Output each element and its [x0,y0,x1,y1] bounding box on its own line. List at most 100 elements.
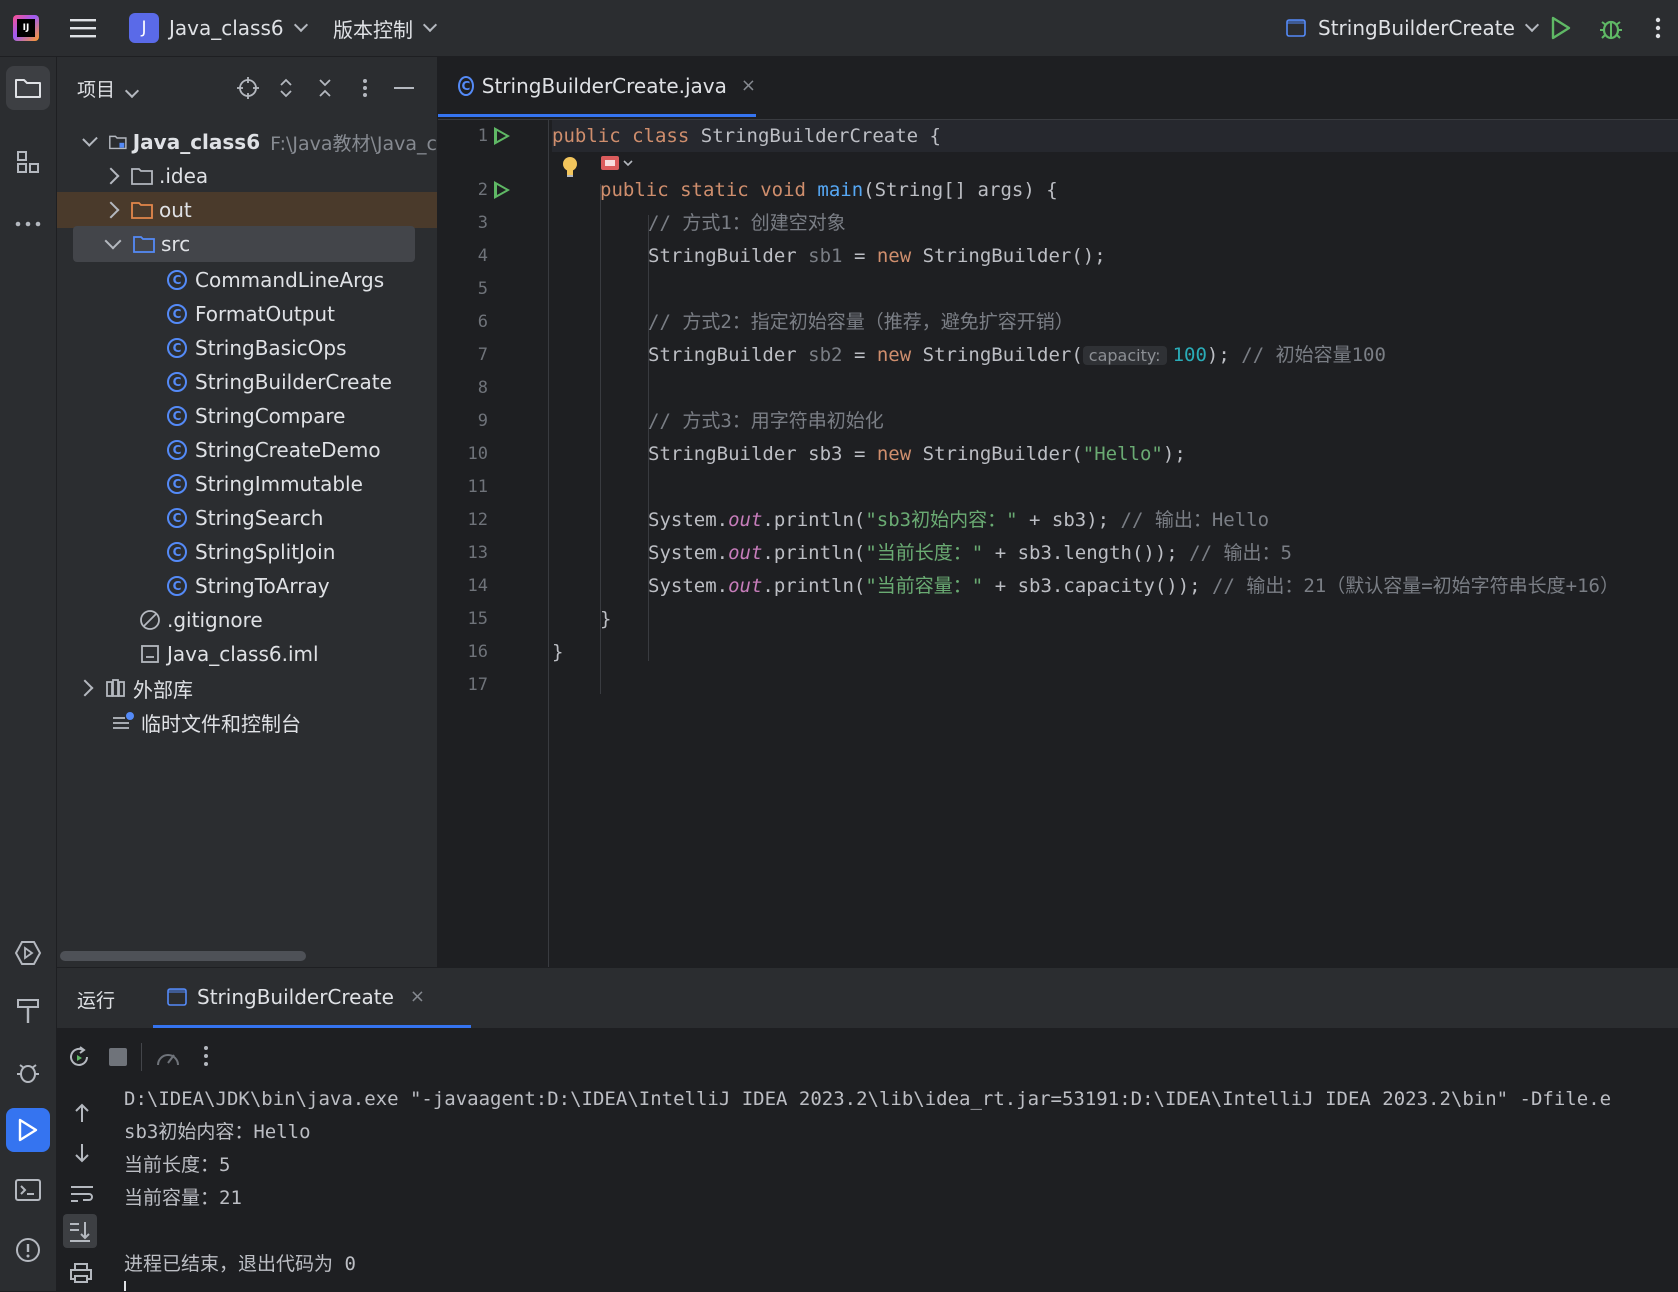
code-line-9: // 方式3：用字符串初始化 [648,410,884,432]
editor-tab-bar: C StringBuilderCreate.java × [438,57,1678,120]
collapse-all-icon[interactable] [314,77,336,99]
tree-item-library[interactable]: 外部库 [57,670,437,706]
more-vertical-icon[interactable] [1655,0,1661,56]
build-hammer-icon[interactable] [6,989,50,1033]
line-number: 4 [477,246,488,266]
scroll-to-end-icon[interactable] [63,1214,97,1248]
project-switcher[interactable]: J Java_class6 [129,0,308,56]
run-config-selector[interactable]: StringBuilderCreate [1286,0,1539,56]
class-icon: C [167,304,187,324]
more-horizontal-icon[interactable] [6,202,50,246]
hamburger-menu-icon[interactable] [70,0,96,56]
expand-all-icon[interactable] [275,77,297,99]
toolbar-separator [141,1043,142,1071]
run-line-icon[interactable] [494,127,510,145]
tree-label: StringCreateDemo [195,438,381,462]
rerun-icon[interactable] [67,1045,91,1069]
run-tab[interactable]: StringBuilderCreate × [153,968,471,1028]
stop-icon[interactable] [109,1048,127,1066]
tree-item-file[interactable]: .gitignore [57,602,437,638]
tree-item-class[interactable]: C StringToArray [57,568,437,604]
tree-label: 临时文件和控制台 [141,711,301,736]
chevron-right-icon [102,201,120,219]
class-icon: C [167,508,187,528]
tree-label: StringBuilderCreate [195,370,392,394]
param-hint: capacity: [1082,346,1167,365]
close-icon[interactable]: × [410,986,425,1007]
vcs-menu[interactable]: 版本控制 [333,0,438,56]
tree-label: StringSplitJoin [195,540,336,564]
tree-item-class[interactable]: C FormatOutput [57,296,437,332]
coverage-icon[interactable] [155,1045,181,1069]
console-line: 进程已结束，退出代码为 0 [124,1253,356,1275]
tree-item-class[interactable]: C StringBuilderCreate [57,364,437,400]
app-logo-icon[interactable]: IJ [13,0,39,56]
code-line-4: StringBuilder sb1 = new StringBuilder(); [648,245,1106,267]
vcs-label: 版本控制 [333,17,413,42]
code-line-6: // 方式2：指定初始容量（推荐，避免扩容开销） [648,311,1074,333]
line-number: 15 [467,609,488,629]
options-icon[interactable] [354,77,376,99]
arrow-down-icon[interactable] [73,1142,91,1164]
line-number: 9 [477,411,488,431]
more-vertical-icon[interactable] [203,1045,209,1067]
code-area[interactable]: public class StringBuilderCreate { publi… [552,120,1678,967]
line-number: 17 [467,675,488,695]
code-line-12: System.out.println("sb3初始内容：" + sb3); //… [648,509,1270,531]
tree-item-source-folder[interactable]: src [73,226,415,262]
locate-file-icon[interactable] [237,77,259,99]
terminal-icon[interactable] [6,1168,50,1212]
services-icon[interactable] [6,931,50,975]
lightbulb-icon[interactable] [562,156,578,178]
horizontal-scrollbar[interactable] [60,951,306,961]
console-line: 当前长度：5 [124,1154,231,1176]
run-line-icon[interactable] [494,181,510,199]
project-folder-icon[interactable] [6,66,50,110]
debug-tool-icon[interactable] [6,1050,50,1094]
tree-item-folder-excluded[interactable]: out [57,192,437,228]
structure-icon[interactable] [6,140,50,184]
run-tool-icon[interactable] [6,1108,50,1152]
run-icon[interactable] [1550,0,1572,56]
hide-panel-icon[interactable] [393,77,415,99]
chevron-down-icon [124,83,140,99]
run-tab-label: StringBuilderCreate [197,984,394,1009]
tree-item-class[interactable]: C StringSearch [57,500,437,536]
code-line-1: public class StringBuilderCreate { [552,125,941,147]
tree-item-class[interactable]: C StringBasicOps [57,330,437,366]
tree-label: StringCompare [195,404,346,428]
tree-label: 外部库 [133,677,193,702]
inlay-warning-icon[interactable] [601,155,635,173]
code-line-15: } [600,608,612,630]
class-icon: C [167,576,187,596]
tree-label: StringSearch [195,506,324,530]
tree-item-class[interactable]: C CommandLineArgs [57,262,437,298]
class-icon: C [167,440,187,460]
editor-tab[interactable]: C StringBuilderCreate.java × [438,57,756,117]
tree-label: Java_class6.iml [167,642,319,666]
arrow-up-icon[interactable] [73,1102,91,1124]
tree-item-class[interactable]: C StringCreateDemo [57,432,437,468]
soft-wrap-icon[interactable] [69,1184,95,1204]
project-panel-title[interactable]: 项目 [77,75,140,102]
tree-label: StringBasicOps [195,336,347,360]
print-icon[interactable] [69,1262,93,1284]
debug-icon[interactable] [1598,0,1624,56]
run-config-icon [1286,19,1306,37]
code-line-10: StringBuilder sb3 = new StringBuilder("H… [648,443,1186,465]
project-name: Java_class6 [169,16,284,40]
line-number: 12 [467,510,488,530]
tree-item-file[interactable]: Java_class6.iml [57,636,437,672]
problems-icon[interactable] [6,1228,50,1272]
code-line-7: StringBuilder sb2 = new StringBuilder(ca… [648,344,1386,366]
tree-item-class[interactable]: C StringSplitJoin [57,534,437,570]
tree-item-class[interactable]: C StringCompare [57,398,437,434]
tree-item-module[interactable]: Java_class6 F:\Java教材\Java_c [57,124,437,160]
tree-label: StringImmutable [195,472,363,496]
chevron-down-icon [1524,17,1539,33]
tree-item-scratches[interactable]: 临时文件和控制台 [57,704,437,740]
console-line: D:\IDEA\JDK\bin\java.exe "-javaagent:D:\… [124,1088,1612,1110]
tree-item-class[interactable]: C StringImmutable [57,466,437,502]
tree-item-folder[interactable]: .idea [57,158,437,194]
close-icon[interactable]: × [741,75,756,96]
